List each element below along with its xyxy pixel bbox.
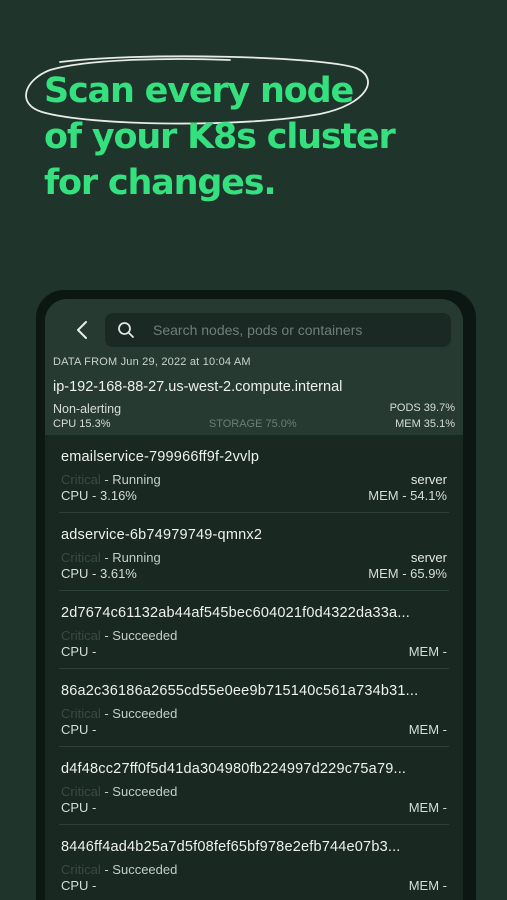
- node-name: ip-192-168-88-27.us-west-2.compute.inter…: [53, 379, 343, 395]
- list-item[interactable]: emailservice-799966ff9f-2vvlp Critical -…: [59, 435, 449, 513]
- item-role: server: [410, 550, 447, 565]
- node-summary[interactable]: ip-192-168-88-27.us-west-2.compute.inter…: [45, 375, 463, 435]
- item-status: Critical - Succeeded: [61, 706, 178, 721]
- item-title: adservice-6b74979749-qmnx2: [61, 527, 263, 543]
- item-status: Critical - Succeeded: [61, 784, 178, 799]
- search-placeholder: Search nodes, pods or containers: [153, 322, 363, 338]
- item-mem: MEM -: [408, 722, 447, 737]
- list-item[interactable]: adservice-6b74979749-qmnx2 Critical - Ru…: [59, 513, 449, 591]
- item-cpu: CPU - 3.16%: [61, 488, 137, 503]
- headline-line-3: for changes.: [44, 163, 277, 203]
- item-cpu: CPU -: [61, 878, 97, 893]
- critical-label: Critical: [61, 784, 101, 799]
- list-item[interactable]: d4f48cc27ff0f5d41da304980fb224997d229c75…: [59, 747, 449, 825]
- item-status: Critical - Succeeded: [61, 628, 178, 643]
- top-bar: Search nodes, pods or containers DATA FR…: [45, 299, 463, 375]
- headline-line-1: Scan every node: [44, 71, 354, 111]
- item-mem: MEM -: [408, 644, 447, 659]
- critical-label: Critical: [61, 862, 101, 877]
- item-cpu: CPU - 3.61%: [61, 566, 137, 581]
- item-title: 2d7674c61132ab44af545bec604021f0d4322da3…: [61, 605, 411, 621]
- item-mem: MEM - 54.1%: [368, 488, 447, 503]
- item-role: server: [410, 472, 447, 487]
- list-item[interactable]: 8446ff4ad4b25a7d5f08fef65bf978e2efb744e0…: [59, 825, 449, 900]
- critical-label: Critical: [61, 472, 101, 487]
- item-title: emailservice-799966ff9f-2vvlp: [61, 449, 260, 465]
- list-item[interactable]: 86a2c36186a2655cd55e0ee9b715140c561a734b…: [59, 669, 449, 747]
- item-status: Critical - Succeeded: [61, 862, 178, 877]
- item-mem: MEM -: [408, 800, 447, 815]
- search-icon: [118, 322, 134, 338]
- node-state: Non-alerting: [53, 402, 122, 416]
- item-cpu: CPU -: [61, 644, 97, 659]
- node-storage: STORAGE 75.0%: [208, 418, 297, 430]
- item-title: 8446ff4ad4b25a7d5f08fef65bf978e2efb744e0…: [61, 839, 401, 855]
- headline: Scan every node of your K8s cluster for …: [44, 68, 484, 206]
- item-cpu: CPU -: [61, 722, 97, 737]
- node-pods: PODS 39.7%: [389, 402, 455, 414]
- search-input[interactable]: Search nodes, pods or containers: [105, 313, 451, 347]
- item-title: d4f48cc27ff0f5d41da304980fb224997d229c75…: [61, 761, 407, 777]
- item-status: Critical - Running: [61, 550, 161, 565]
- headline-line-2: of your K8s cluster: [44, 117, 396, 157]
- data-timestamp: DATA FROM Jun 29, 2022 at 10:04 AM: [53, 356, 251, 368]
- item-mem: MEM - 65.9%: [368, 566, 447, 581]
- list-item[interactable]: 2d7674c61132ab44af545bec604021f0d4322da3…: [59, 591, 449, 669]
- critical-label: Critical: [61, 706, 101, 721]
- critical-label: Critical: [61, 550, 101, 565]
- app-screen: Search nodes, pods or containers DATA FR…: [45, 299, 463, 900]
- item-title: 86a2c36186a2655cd55e0ee9b715140c561a734b…: [61, 683, 419, 699]
- item-mem: MEM -: [408, 878, 447, 893]
- chevron-left-icon: [77, 321, 87, 339]
- node-cpu: CPU 15.3%: [53, 418, 111, 430]
- pod-list: emailservice-799966ff9f-2vvlp Critical -…: [45, 435, 463, 900]
- item-status: Critical - Running: [61, 472, 161, 487]
- critical-label: Critical: [61, 628, 101, 643]
- node-mem: MEM 35.1%: [395, 418, 455, 430]
- back-button[interactable]: [71, 319, 93, 341]
- item-cpu: CPU -: [61, 800, 97, 815]
